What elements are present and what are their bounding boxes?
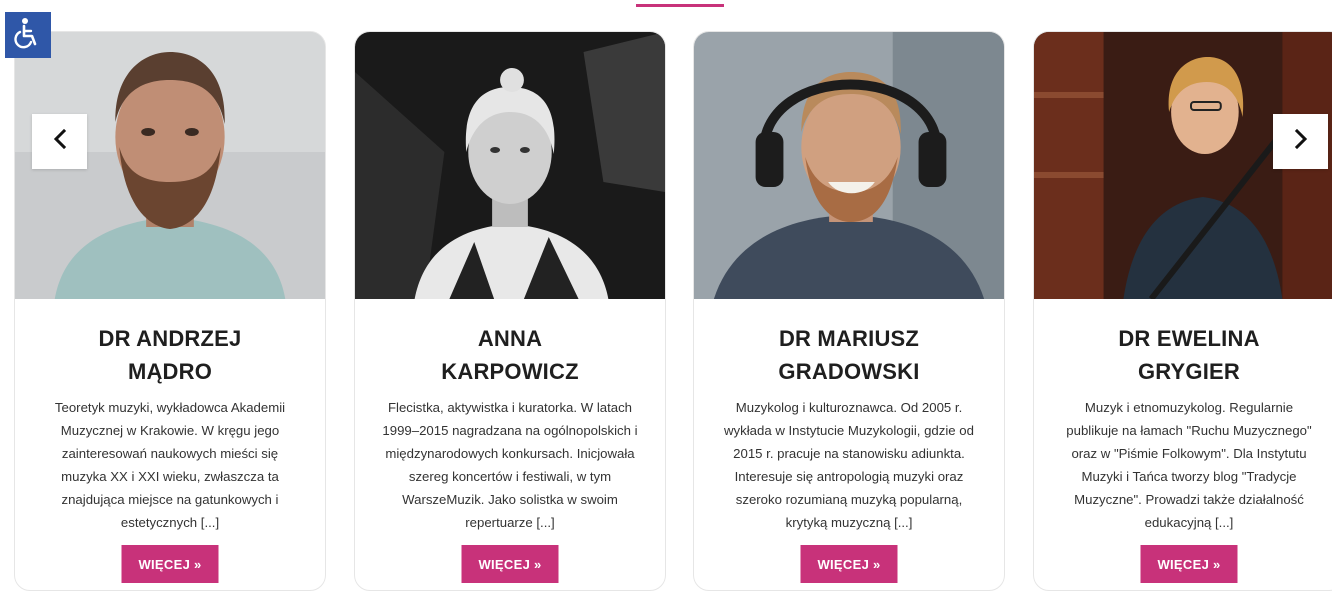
person-card: DR MARIUSZ GRADOWSKI Muzykolog i kulturo…: [693, 31, 1005, 591]
section-accent-line: [636, 4, 724, 7]
person-card: ANNA KARPOWICZ Flecistka, aktywistka i k…: [354, 31, 666, 591]
more-button[interactable]: WIĘCEJ »: [1140, 545, 1238, 583]
person-name: DR EWELINA GRYGIER: [1118, 326, 1260, 384]
more-button[interactable]: WIĘCEJ »: [461, 545, 559, 583]
carousel-next-button[interactable]: [1273, 114, 1328, 169]
portrait-photo: [694, 32, 1004, 299]
person-description: Flecistka, aktywistka i kuratorka. W lat…: [382, 400, 638, 530]
person-description: Muzyk i etnomuzykolog. Regularnie publik…: [1066, 400, 1312, 530]
accessibility-button[interactable]: [5, 12, 51, 58]
more-button[interactable]: WIĘCEJ »: [800, 545, 898, 583]
chevron-right-icon: [1294, 128, 1308, 154]
person-name: ANNA KARPOWICZ: [441, 326, 579, 384]
wheelchair-icon: [13, 17, 43, 54]
person-description: Teoretyk muzyki, wykładowca Akademii Muz…: [54, 400, 286, 530]
carousel-prev-button[interactable]: [32, 114, 87, 169]
person-name: DR MARIUSZ GRADOWSKI: [778, 326, 920, 384]
more-button[interactable]: WIĘCEJ »: [121, 545, 219, 583]
portrait-photo: [355, 32, 665, 299]
chevron-left-icon: [53, 128, 67, 154]
person-name: DR ANDRZEJ MĄDRO: [98, 326, 242, 384]
person-description: Muzykolog i kulturoznawca. Od 2005 r. wy…: [724, 400, 974, 530]
